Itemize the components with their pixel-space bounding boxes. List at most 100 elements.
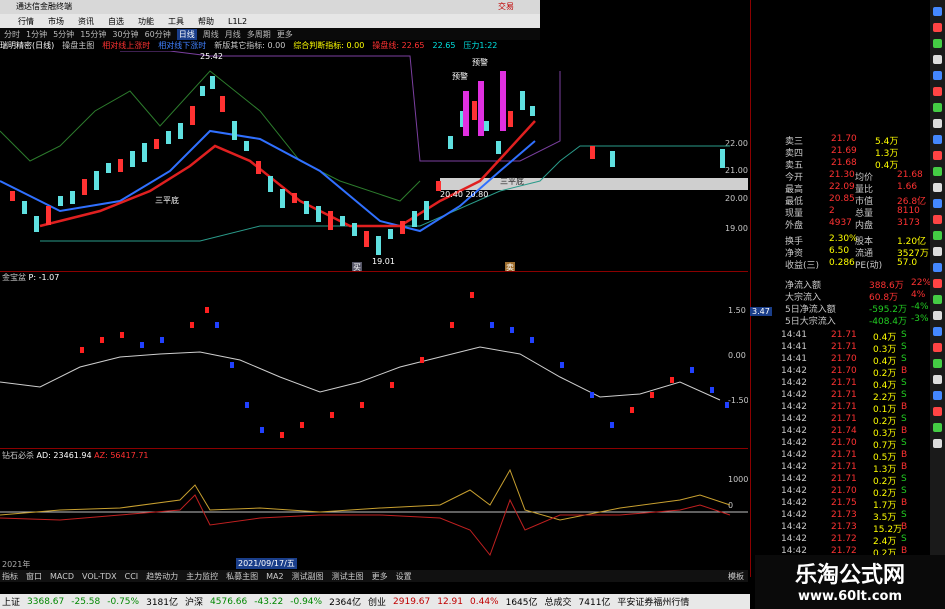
stat-row: 净资 6.50 流通 3527万: [751, 246, 931, 259]
stat-row: 最高 22.09 量比 1.66: [751, 182, 931, 195]
status-bar: 上证 3368.67 -25.58 -0.75% 3181亿 沪深 4576.66 -43.2…: [0, 594, 750, 609]
bottom-tab[interactable]: MACD: [50, 572, 74, 581]
flow-pct: 22%: [911, 278, 932, 288]
index-label[interactable]: 创业: [368, 595, 386, 608]
menu-item[interactable]: 资讯: [78, 16, 94, 27]
candle: [472, 101, 477, 120]
toolbar-icon[interactable]: [933, 407, 942, 416]
toolbar-icon[interactable]: [933, 343, 942, 352]
period-tab[interactable]: 分时: [4, 29, 20, 40]
toolbar-icon[interactable]: [933, 311, 942, 320]
signal-dot: [160, 337, 164, 343]
index-pct: -0.94%: [290, 596, 323, 607]
menu-item[interactable]: 市场: [48, 16, 64, 27]
bottom-tab[interactable]: 指标: [2, 571, 18, 582]
toolbar-icon[interactable]: [933, 7, 942, 16]
tick-side: B: [901, 402, 908, 412]
toolbar-icon[interactable]: [933, 71, 942, 80]
signal-dot: [420, 357, 424, 363]
candle: [10, 191, 15, 201]
menu-item[interactable]: 行情: [18, 16, 34, 27]
period-tab[interactable]: 15分钟: [80, 29, 106, 40]
period-tab[interactable]: 更多: [277, 29, 293, 40]
toolbar-icon[interactable]: [933, 295, 942, 304]
toolbar-icon[interactable]: [933, 87, 942, 96]
toolbar-icon[interactable]: [933, 135, 942, 144]
toolbar-icon[interactable]: [933, 119, 942, 128]
flow-value: -408.4万: [869, 317, 908, 327]
bottom-tab[interactable]: 窗口: [26, 571, 42, 582]
bottom-tab[interactable]: CCI: [125, 572, 139, 581]
index-amount: 2364亿: [329, 598, 361, 608]
bottom-tab[interactable]: VOL-TDX: [82, 572, 117, 581]
toolbar-icon[interactable]: [933, 55, 942, 64]
bottom-tab[interactable]: 趋势动力: [146, 571, 178, 582]
bottom-tab[interactable]: 测试副图: [292, 571, 324, 582]
period-tab[interactable]: 5分钟: [53, 29, 74, 40]
toolbar-icon[interactable]: [933, 247, 942, 256]
candle: [520, 91, 525, 110]
index-label[interactable]: 总成交: [545, 595, 572, 608]
tick-price: 21.70: [831, 354, 857, 364]
period-tab[interactable]: 日线: [176, 28, 197, 40]
tick-row: 14:42 21.70 0.2万 S: [751, 486, 931, 499]
sub1-value: P: -1.07: [28, 273, 60, 282]
index-value: 3368.67: [27, 596, 65, 607]
index-label[interactable]: 沪深: [185, 595, 203, 608]
candle: [232, 121, 237, 140]
toolbar-icon[interactable]: [933, 439, 942, 448]
template-button[interactable]: 模板: [728, 571, 744, 582]
trade-link[interactable]: 交易: [498, 1, 514, 12]
period-tab[interactable]: 30分钟: [112, 29, 138, 40]
toolbar-icon[interactable]: [933, 375, 942, 384]
bottom-tab[interactable]: 设置: [396, 571, 412, 582]
bottom-tab[interactable]: 私募主图: [226, 571, 258, 582]
bottom-tab[interactable]: MA2: [266, 572, 283, 581]
sub-chart-2[interactable]: 10000 0: [0, 460, 748, 560]
menu-item[interactable]: 帮助: [198, 16, 214, 27]
bottom-tab[interactable]: 测试主图: [332, 571, 364, 582]
tick-time: 14:42: [781, 462, 807, 472]
period-tab[interactable]: 多周期: [247, 29, 271, 40]
toolbar-icon[interactable]: [933, 279, 942, 288]
kline-chart[interactable]: 22.00 21.00 20.00 19.00 25.42 19.01 20.40 20.8…: [0, 51, 748, 271]
sub-chart-1[interactable]: 1.50 0.00 -1.50: [0, 282, 748, 448]
period-tab[interactable]: 1分钟: [26, 29, 47, 40]
menu-item[interactable]: 功能: [138, 16, 154, 27]
period-tab[interactable]: 月线: [225, 29, 241, 40]
ask-row: 卖五 21.68 0.4万: [751, 158, 931, 171]
period-tab[interactable]: 60分钟: [145, 29, 171, 40]
toolbar-icon[interactable]: [933, 167, 942, 176]
bottom-tab[interactable]: 主力监控: [186, 571, 218, 582]
period-tab[interactable]: 周线: [203, 29, 219, 40]
candle: [166, 131, 171, 144]
right-toolbar: [930, 0, 945, 577]
menu-item[interactable]: 自选: [108, 16, 124, 27]
quote-panel: 卖三 21.70 5.4万 卖四 21.69 1.3万 卖五 21.68 0.4万 今开 21.30…: [750, 0, 932, 592]
tick-time: 14:41: [781, 354, 807, 364]
main-indicator-line: 瑞明精密(日线) 操盘主图 相对线上涨时 相对线下涨时 新版其它指标: 0.00 综合判断…: [0, 40, 540, 51]
toolbar-icon[interactable]: [933, 183, 942, 192]
toolbar-icon[interactable]: [933, 359, 942, 368]
candle: [463, 91, 469, 136]
bottom-tab[interactable]: 更多: [372, 571, 388, 582]
exit-label: 预警: [472, 57, 488, 67]
index-label[interactable]: 上证: [2, 595, 20, 608]
toolbar-icon[interactable]: [933, 39, 942, 48]
stat-value: 21.30: [829, 170, 855, 180]
buy-label: 买: [353, 263, 361, 271]
candle: [352, 223, 357, 236]
toolbar-icon[interactable]: [933, 215, 942, 224]
toolbar-icon[interactable]: [933, 423, 942, 432]
menu-item[interactable]: 工具: [168, 16, 184, 27]
toolbar-icon[interactable]: [933, 231, 942, 240]
indicator-label: 新版其它指标: 0.00: [214, 41, 286, 50]
toolbar-icon[interactable]: [933, 327, 942, 336]
toolbar-icon[interactable]: [933, 391, 942, 400]
toolbar-icon[interactable]: [933, 263, 942, 272]
toolbar-icon[interactable]: [933, 199, 942, 208]
menu-item[interactable]: L1L2: [228, 17, 247, 26]
toolbar-icon[interactable]: [933, 151, 942, 160]
toolbar-icon[interactable]: [933, 23, 942, 32]
toolbar-icon[interactable]: [933, 103, 942, 112]
